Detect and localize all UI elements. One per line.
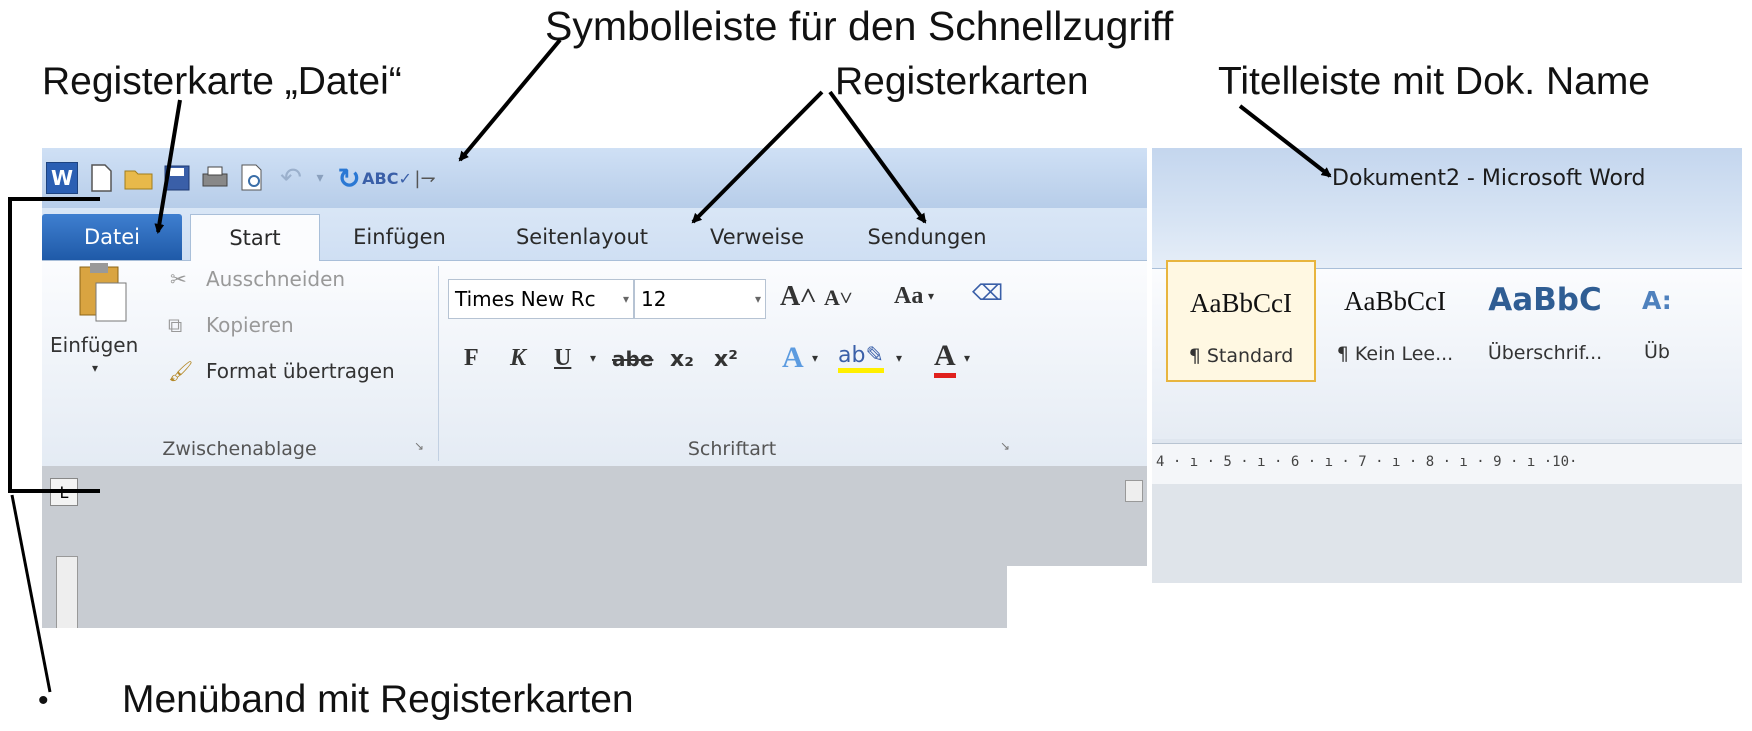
print-preview-icon[interactable] bbox=[238, 163, 268, 193]
style-kein-leerraum[interactable]: AaBbCcI ¶ Kein Lee... bbox=[1320, 260, 1470, 382]
clipboard-group: Einfügen ▾ ✂ Ausschneiden ⧉ Kopieren 🖌 F… bbox=[42, 261, 437, 466]
arrow-qat bbox=[458, 38, 562, 162]
customize-dropdown-icon[interactable]: |⇁ bbox=[410, 163, 440, 193]
word-window-left: W ↶ ▾ ↻ ABC✓ |⇁ Datei Start Einfügen Sei… bbox=[42, 148, 1147, 628]
font-name-dropdown-icon[interactable]: ▾ bbox=[623, 292, 629, 306]
style-name: ¶ Standard bbox=[1188, 345, 1294, 367]
ruler-end-marker bbox=[1125, 480, 1143, 502]
style-preview: AaBbCcI bbox=[1344, 286, 1446, 316]
clipboard-group-label: Zwischenablage bbox=[162, 438, 317, 460]
style-preview: AaBbC bbox=[1488, 282, 1602, 318]
undo-dropdown-icon[interactable]: ▾ bbox=[314, 163, 326, 193]
bold-button[interactable]: F bbox=[464, 345, 479, 372]
font-group-label: Schriftart bbox=[687, 438, 777, 460]
undo-icon[interactable]: ↶ bbox=[276, 163, 306, 193]
font-launcher-icon[interactable]: ↘ bbox=[1000, 439, 1010, 453]
group-separator bbox=[438, 266, 439, 461]
strikethrough-button[interactable]: abe bbox=[612, 347, 653, 371]
cut-icon: ✂ bbox=[170, 267, 187, 291]
paste-label[interactable]: Einfügen bbox=[50, 333, 138, 357]
vertical-ruler bbox=[56, 556, 78, 628]
format-painter-icon: 🖌 bbox=[168, 359, 194, 383]
grow-font-icon[interactable]: A˄ bbox=[780, 281, 816, 313]
spellcheck-icon[interactable]: ABC✓ bbox=[362, 163, 412, 193]
format-painter-button[interactable]: Format übertragen bbox=[206, 359, 395, 383]
font-name-value: Times New Rc bbox=[455, 287, 596, 311]
ruler-numbers: 4 · ı · 5 · ı · 6 · ı · 7 · ı · 8 · ı · … bbox=[1156, 454, 1578, 470]
quick-access-toolbar: W ↶ ▾ ↻ ABC✓ |⇁ bbox=[46, 158, 440, 198]
annotation-titlebar: Titelleiste mit Dok. Name bbox=[1218, 60, 1650, 103]
underline-button[interactable]: U bbox=[554, 345, 571, 372]
font-size-value: 12 bbox=[641, 287, 667, 311]
style-name: ¶ Kein Lee... bbox=[1336, 343, 1454, 365]
style-name: Überschrif... bbox=[1487, 342, 1603, 364]
redo-icon[interactable]: ↻ bbox=[334, 162, 364, 195]
font-name-combo[interactable]: Times New Rc ▾ bbox=[448, 279, 634, 319]
tab-start[interactable]: Start bbox=[190, 214, 320, 261]
annotation-ribbon: Menüband mit Registerkarten bbox=[122, 678, 634, 721]
save-icon[interactable] bbox=[162, 163, 192, 193]
paste-dropdown-icon[interactable]: ▾ bbox=[92, 361, 98, 375]
tab-seitenlayout[interactable]: Seitenlayout bbox=[492, 214, 672, 260]
font-size-dropdown-icon[interactable]: ▾ bbox=[755, 292, 761, 306]
change-case-dropdown-icon[interactable]: ▾ bbox=[928, 289, 934, 303]
change-case-icon[interactable]: Aa bbox=[894, 283, 923, 310]
font-color-icon[interactable]: A bbox=[934, 339, 956, 378]
copy-button[interactable]: Kopieren bbox=[206, 313, 294, 337]
underline-dropdown-icon[interactable]: ▾ bbox=[590, 351, 596, 365]
open-folder-icon[interactable] bbox=[124, 163, 154, 193]
window-title: Dokument2 - Microsoft Word bbox=[1332, 166, 1646, 191]
tab-selector-icon[interactable]: L bbox=[50, 478, 78, 506]
font-color-dropdown-icon[interactable]: ▾ bbox=[964, 351, 970, 365]
clipboard-launcher-icon[interactable]: ↘ bbox=[414, 439, 424, 453]
horizontal-ruler[interactable]: 4 · ı · 5 · ı · 6 · ı · 7 · ı · 8 · ı · … bbox=[1152, 443, 1742, 485]
font-group: Times New Rc ▾ 12 ▾ A˄ A˅ Aa ▾ ⌫ F K U ▾… bbox=[442, 261, 1022, 466]
annotation-qat: Symbolleiste für den Schnellzugriff bbox=[545, 3, 1174, 49]
document-area: L bbox=[42, 466, 1147, 628]
style-ueberschrift-1[interactable]: AaBbC Überschrif... bbox=[1470, 260, 1620, 382]
subscript-button[interactable]: x₂ bbox=[670, 347, 694, 372]
new-document-icon[interactable] bbox=[86, 163, 116, 193]
tab-verweise[interactable]: Verweise bbox=[687, 214, 827, 260]
italic-button[interactable]: K bbox=[510, 345, 526, 372]
style-preview: A: bbox=[1642, 286, 1672, 315]
paste-icon[interactable] bbox=[74, 261, 130, 325]
word-window-right: Dokument2 - Microsoft Word AaBbCcI ¶ Sta… bbox=[1152, 148, 1742, 583]
annotation-tabs: Registerkarten bbox=[835, 60, 1089, 103]
word-icon[interactable]: W bbox=[46, 162, 78, 194]
clear-format-icon[interactable]: ⌫ bbox=[972, 281, 1003, 306]
style-standard[interactable]: AaBbCcI ¶ Standard bbox=[1166, 260, 1316, 382]
tab-sendungen[interactable]: Sendungen bbox=[842, 214, 1012, 260]
highlight-dropdown-icon[interactable]: ▾ bbox=[896, 351, 902, 365]
annotation-datei-tab: Registerkarte „Datei“ bbox=[42, 60, 402, 103]
font-size-combo[interactable]: 12 ▾ bbox=[634, 279, 766, 319]
highlight-icon[interactable]: ab✎ bbox=[838, 343, 884, 373]
style-name: Üb bbox=[1644, 341, 1670, 363]
print-icon[interactable] bbox=[200, 163, 230, 193]
style-preview: AaBbCcI bbox=[1190, 288, 1292, 318]
superscript-button[interactable]: x² bbox=[714, 347, 738, 372]
document-page bbox=[1007, 566, 1147, 628]
ruler-bottom-area bbox=[1152, 484, 1742, 583]
text-effects-icon[interactable]: A bbox=[782, 341, 804, 375]
cut-button[interactable]: Ausschneiden bbox=[206, 267, 345, 291]
tab-datei[interactable]: Datei bbox=[42, 214, 182, 260]
annotation-bullet: • bbox=[38, 684, 49, 717]
copy-icon: ⧉ bbox=[168, 313, 183, 337]
style-ueberschrift-2[interactable]: A: Üb bbox=[1630, 260, 1740, 382]
tab-einfuegen[interactable]: Einfügen bbox=[327, 214, 472, 260]
text-effects-dropdown-icon[interactable]: ▾ bbox=[812, 351, 818, 365]
shrink-font-icon[interactable]: A˅ bbox=[824, 285, 852, 311]
